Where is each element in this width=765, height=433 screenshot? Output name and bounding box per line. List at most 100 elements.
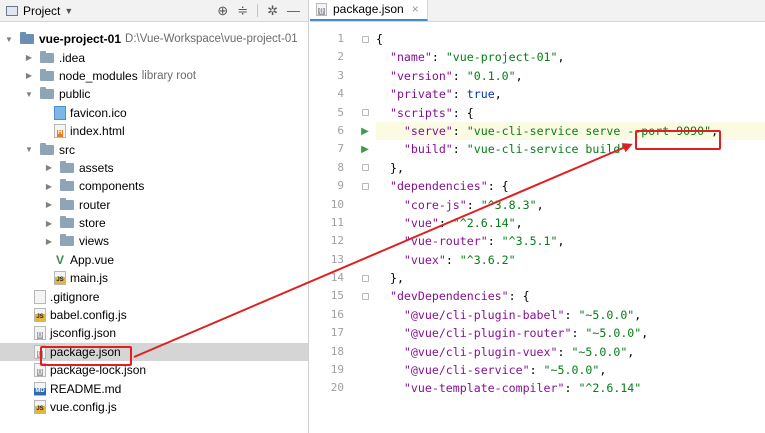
line-number: 10 xyxy=(330,197,344,211)
gear-icon[interactable]: ✲ xyxy=(267,3,278,19)
gutter-marker xyxy=(354,306,376,324)
tree-item-assets[interactable]: ▶ assets xyxy=(0,159,308,177)
code-token: }, xyxy=(376,160,404,175)
tree-item-views[interactable]: ▶ views xyxy=(0,232,308,250)
tree-item-src[interactable]: ▼ src xyxy=(0,140,308,158)
gutter-marker xyxy=(354,104,376,122)
code-line: "@vue/cli-plugin-babel": "~5.0.0", xyxy=(376,306,765,324)
code-token: : xyxy=(452,142,467,157)
chevron-right-icon[interactable]: ▶ xyxy=(44,219,54,228)
code-line: "@vue/cli-plugin-router": "~5.0.0", xyxy=(376,324,765,342)
code-line: "private": true, xyxy=(376,85,765,103)
code-token: , xyxy=(557,50,565,65)
fold-icon[interactable] xyxy=(361,164,369,172)
code-line: "vue": "^2.6.14", xyxy=(376,214,765,232)
code-line: "version": "0.1.0", xyxy=(376,67,765,85)
tab-package-json[interactable]: {} package.json × xyxy=(310,0,428,21)
tree-item-babel-config-js[interactable]: JS babel.config.js xyxy=(0,306,308,324)
json-file-icon: {} xyxy=(34,326,46,341)
code-line: { xyxy=(376,30,765,48)
chevron-down-icon[interactable]: ▼ xyxy=(4,35,14,44)
json-file-icon: {} xyxy=(316,2,327,16)
tree-item-vue-config-js[interactable]: JS vue.config.js xyxy=(0,398,308,416)
fold-icon[interactable] xyxy=(361,182,369,190)
code-token: true xyxy=(466,87,495,102)
tree-item-favicon-ico[interactable]: favicon.ico xyxy=(0,104,308,122)
chevron-down-icon[interactable]: ▼ xyxy=(64,6,73,16)
tree-item-components[interactable]: ▶ components xyxy=(0,177,308,195)
md-file-icon: MD xyxy=(34,381,46,396)
gutter-marker: ▶ xyxy=(354,122,376,140)
tree-item-label: vue.config.js xyxy=(50,400,117,414)
run-script-icon[interactable]: ▶ xyxy=(361,144,369,155)
run-script-icon[interactable]: ▶ xyxy=(361,126,369,137)
chevron-down-icon[interactable]: ▼ xyxy=(24,145,34,154)
tree-item-label: main.js xyxy=(70,271,109,286)
code-line: "vue-template-compiler": "^2.6.14" xyxy=(376,379,765,397)
target-icon[interactable]: ⊕ xyxy=(217,3,228,19)
tree-item-idea[interactable]: ▶ .idea xyxy=(0,48,308,66)
project-view-icon xyxy=(6,5,18,16)
chevron-right-icon[interactable]: ▶ xyxy=(44,237,54,246)
code-token: , xyxy=(557,234,565,249)
code-token: "~5.0.0" xyxy=(571,344,628,359)
code-line: "core-js": "^3.8.3", xyxy=(376,196,765,214)
tree-item-readme-md[interactable]: MD README.md xyxy=(0,379,308,397)
tree-item-main-js[interactable]: JS main.js xyxy=(0,269,308,287)
tree-item-vue-project-01[interactable]: ▼ vue-project-01 D:\Vue-Workspace\vue-proj… xyxy=(0,30,308,48)
gutter-marker xyxy=(354,361,376,379)
code-token: "@vue/cli-service" xyxy=(403,363,530,378)
tree-item-app-vue[interactable]: V App.vue xyxy=(0,251,308,269)
code-token: "version" xyxy=(389,68,453,83)
chevron-right-icon[interactable]: ▶ xyxy=(44,182,54,191)
tree-item-store[interactable]: ▶ store xyxy=(0,214,308,232)
line-number: 16 xyxy=(330,307,344,321)
code-area[interactable]: { "name": "vue-project-01", "version": "… xyxy=(376,30,765,398)
code-token: , xyxy=(599,363,607,378)
line-number: 3 xyxy=(337,68,344,82)
code-token: , xyxy=(627,344,635,359)
tree-item-public[interactable]: ▼ public xyxy=(0,85,308,103)
fold-icon[interactable] xyxy=(361,35,369,43)
fold-icon[interactable] xyxy=(361,274,369,282)
fold-icon[interactable] xyxy=(361,293,369,301)
code-token: "^3.5.1" xyxy=(501,234,558,249)
chevron-down-icon[interactable]: ▼ xyxy=(24,90,34,99)
code-token: "vue" xyxy=(403,215,439,230)
gutter-marker xyxy=(354,251,376,269)
code-token: "^2.6.14" xyxy=(452,215,516,230)
tree-item-node-modules[interactable]: ▶ node_modules library root xyxy=(0,67,308,85)
line-number: 20 xyxy=(330,381,344,395)
folder-icon xyxy=(40,87,54,100)
tree-item-index-html[interactable]: Hindex.html xyxy=(0,122,308,140)
js-file-icon: JS xyxy=(54,271,66,286)
tree-item-path: D:\Vue-Workspace\vue-project-01 xyxy=(125,33,298,46)
line-number: 7 xyxy=(337,142,344,156)
project-panel: Project ▼ ⊕ ≑ ✲ — ▼ vue-project-01 D:\Vue-… xyxy=(0,0,309,433)
fold-icon[interactable] xyxy=(361,109,369,117)
minimize-icon[interactable]: — xyxy=(287,3,300,18)
code-token: "vuex" xyxy=(403,252,446,267)
chevron-right-icon[interactable]: ▶ xyxy=(44,200,54,209)
code-token: "~5.0.0" xyxy=(543,363,600,378)
project-view-selector[interactable]: Project xyxy=(23,4,60,18)
chevron-right-icon[interactable]: ▶ xyxy=(24,71,34,80)
code-token: "^3.8.3" xyxy=(480,197,537,212)
code-line: "scripts": { xyxy=(376,104,765,122)
code-token: : xyxy=(557,344,572,359)
close-icon[interactable]: × xyxy=(412,2,419,16)
code-line: "@vue/cli-service": "~5.0.0", xyxy=(376,361,765,379)
tree-item-jsconfig-json[interactable]: {} jsconfig.json xyxy=(0,324,308,342)
code-token: , xyxy=(641,326,649,341)
tree-item-label: babel.config.js xyxy=(50,308,127,323)
code-line: "name": "vue-project-01", xyxy=(376,48,765,66)
tree-item-router[interactable]: ▶ router xyxy=(0,196,308,214)
chevron-right-icon[interactable]: ▶ xyxy=(44,163,54,172)
code-token: "^3.6.2" xyxy=(459,252,516,267)
collapse-all-icon[interactable]: ≑ xyxy=(237,3,248,19)
chevron-right-icon[interactable]: ▶ xyxy=(24,53,34,62)
tree-item-gitignore[interactable]: .gitignore xyxy=(0,287,308,305)
code-token: "core-js" xyxy=(403,197,467,212)
tree-item-label: assets xyxy=(79,160,114,175)
folder-icon xyxy=(60,179,74,192)
